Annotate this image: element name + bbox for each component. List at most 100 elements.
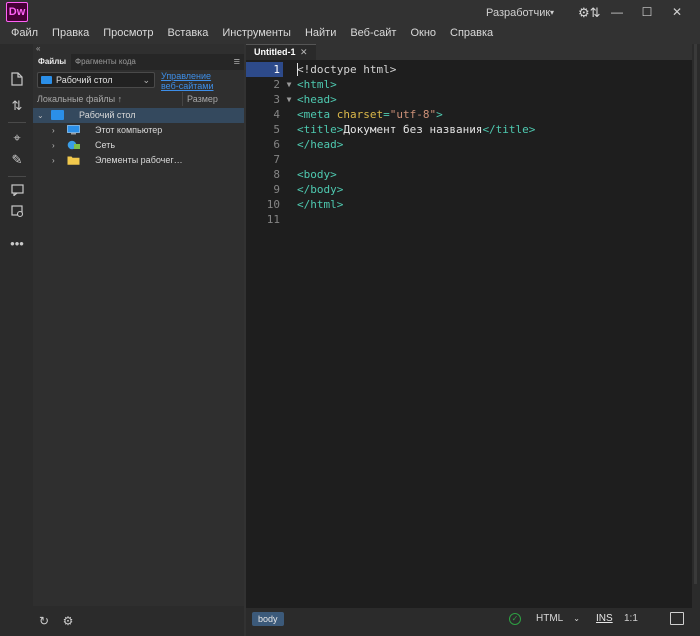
text-cursor [297, 63, 298, 76]
desktop-icon [41, 76, 52, 84]
code-inspect-icon[interactable] [6, 204, 28, 224]
sort-icon[interactable]: ⇅ [6, 96, 28, 116]
code-text: </html> [297, 197, 343, 212]
insert-mode-toggle[interactable]: INS [596, 611, 613, 627]
menu-view[interactable]: Просмотр [96, 24, 160, 44]
code-token: <meta [297, 108, 337, 121]
check-icon[interactable]: ✓ [509, 613, 521, 625]
menu-file[interactable]: Файл [4, 24, 45, 44]
left-toolbar: ⇅ ⌖ ✎ ••• [0, 44, 33, 636]
code-line[interactable]: 9 </body> [246, 182, 692, 197]
refresh-icon[interactable]: ↻ [37, 614, 51, 628]
tab-document[interactable]: Untitled-1 ✕ [246, 44, 316, 60]
panel-menu-icon[interactable]: ≡ [234, 55, 240, 69]
code-text: <head> [297, 92, 337, 107]
menu-window[interactable]: Окно [403, 24, 443, 44]
fold-toggle-icon[interactable]: ▼ [284, 77, 294, 92]
code-line[interactable]: 6 </head> [246, 137, 692, 152]
chevron-right-icon[interactable]: › [52, 138, 55, 153]
vertical-scrollbar[interactable] [692, 44, 700, 630]
file-list-header: Локальные файлы ↑ Размер [33, 92, 244, 106]
tree-item-desktop[interactable]: ⌄ Рабочий стол [33, 108, 244, 123]
connect-icon[interactable]: ⚙ [61, 614, 75, 628]
code-line[interactable]: 1 <!doctype html> [246, 62, 692, 77]
collapse-panel-icon[interactable]: « [36, 44, 40, 54]
document-tab-label: Untitled-1 [254, 47, 296, 57]
chevron-down-icon[interactable]: ⌄ [37, 108, 44, 123]
workspace-switcher[interactable]: Разработчик ▾ [478, 4, 560, 22]
line-number: 10 [266, 198, 280, 211]
manage-sites-link[interactable]: Управление веб-сайтами [161, 71, 241, 91]
code-line[interactable]: 5 <title>Документ без названия</title> [246, 122, 692, 137]
more-icon[interactable]: ••• [6, 234, 28, 254]
tree-item-network[interactable]: › Сеть [33, 138, 244, 153]
code-line[interactable]: 11 [246, 212, 692, 227]
menu-find[interactable]: Найти [298, 24, 343, 44]
status-bar: body ✓ HTML ⌄ INS 1:1 [246, 608, 692, 630]
close-window-button[interactable]: ✕ [664, 2, 690, 22]
network-icon [67, 140, 80, 150]
comment-icon[interactable] [6, 182, 28, 202]
menu-help[interactable]: Справка [443, 24, 500, 44]
column-size[interactable]: Размер [182, 92, 218, 106]
code-line[interactable]: 8 <body> [246, 167, 692, 182]
code-token: = [383, 108, 390, 121]
tree-item-label: Сеть [95, 140, 116, 150]
site-select[interactable]: Рабочий стол ⌄ [37, 72, 155, 88]
code-line[interactable]: 7 [246, 152, 692, 167]
workspace-label: Разработчик [486, 7, 551, 19]
menu-tools[interactable]: Инструменты [215, 24, 298, 44]
chevron-down-icon: ⌄ [142, 75, 150, 85]
files-panel: « Файлы Фрагменты кода ≡ Рабочий стол ⌄ … [33, 44, 244, 636]
chevron-right-icon[interactable]: › [52, 123, 55, 138]
maximize-button[interactable]: ☐ [634, 2, 660, 22]
code-area[interactable]: 1 <!doctype html> 2 ▼ <html> 3 ▼ <head> 4 <meta c… [246, 60, 692, 608]
file-icon[interactable] [6, 72, 28, 92]
desktop-icon [51, 110, 64, 120]
chevron-down-icon: ⌄ [573, 614, 580, 623]
line-number: 1 [246, 62, 283, 77]
tree-item-this-pc[interactable]: › Этот компьютер [33, 123, 244, 138]
code-token: <body> [297, 168, 337, 181]
tab-snippets[interactable]: Фрагменты кода [70, 54, 141, 70]
column-local-files[interactable]: Локальные файлы ↑ [37, 93, 122, 105]
tree-item-label: Этот компьютер [95, 125, 163, 135]
code-line[interactable]: 2 ▼ <html> [246, 77, 692, 92]
folder-icon [67, 155, 80, 165]
chevron-down-icon: ▾ [549, 8, 554, 17]
line-number: 2 [273, 78, 280, 91]
document-tabs: Untitled-1 ✕ [246, 44, 692, 60]
tag-selector[interactable]: body [252, 612, 284, 626]
code-token: </body> [297, 183, 344, 196]
language-select[interactable]: HTML ⌄ [532, 611, 584, 627]
title-bar: Dw Разработчик ▾ ⚙⇅ — ☐ ✕ [0, 0, 700, 24]
code-text: <body> [297, 167, 337, 182]
chevron-right-icon[interactable]: › [52, 153, 55, 168]
menu-site[interactable]: Веб-сайт [343, 24, 403, 44]
code-token: "utf-8" [389, 108, 437, 121]
code-line[interactable]: 4 <meta charset="utf-8"> [246, 107, 692, 122]
fold-toggle-icon[interactable]: ▼ [284, 92, 294, 107]
line-number: 7 [273, 153, 280, 166]
preview-icon[interactable] [670, 612, 684, 625]
adjust-icon[interactable]: ⌖ [6, 128, 28, 148]
tab-files[interactable]: Файлы [33, 54, 72, 70]
bottom-edge [246, 630, 700, 636]
menu-bar: Файл Правка Просмотр Вставка Инструменты… [0, 24, 700, 44]
code-text: <html> [297, 77, 337, 92]
minimize-button[interactable]: — [604, 2, 630, 22]
menu-insert[interactable]: Вставка [160, 24, 215, 44]
tree-item-desktop-elements[interactable]: › Элементы рабочег… [33, 153, 244, 168]
brush-icon[interactable]: ✎ [6, 150, 28, 170]
menu-edit[interactable]: Правка [45, 24, 96, 44]
close-icon[interactable]: ✕ [300, 45, 308, 60]
code-line[interactable]: 3 ▼ <head> [246, 92, 692, 107]
sync-settings-icon[interactable]: ⚙⇅ [578, 4, 601, 22]
code-text: </head> [297, 137, 343, 152]
line-number: 11 [266, 213, 280, 226]
code-text: <!doctype html> [297, 62, 396, 77]
panel-footer: ↻ ⚙ [33, 606, 244, 636]
panel-tabs: Файлы Фрагменты кода ≡ [33, 54, 244, 70]
code-token: <!doctype html> [297, 63, 397, 76]
code-line[interactable]: 10 </html> [246, 197, 692, 212]
